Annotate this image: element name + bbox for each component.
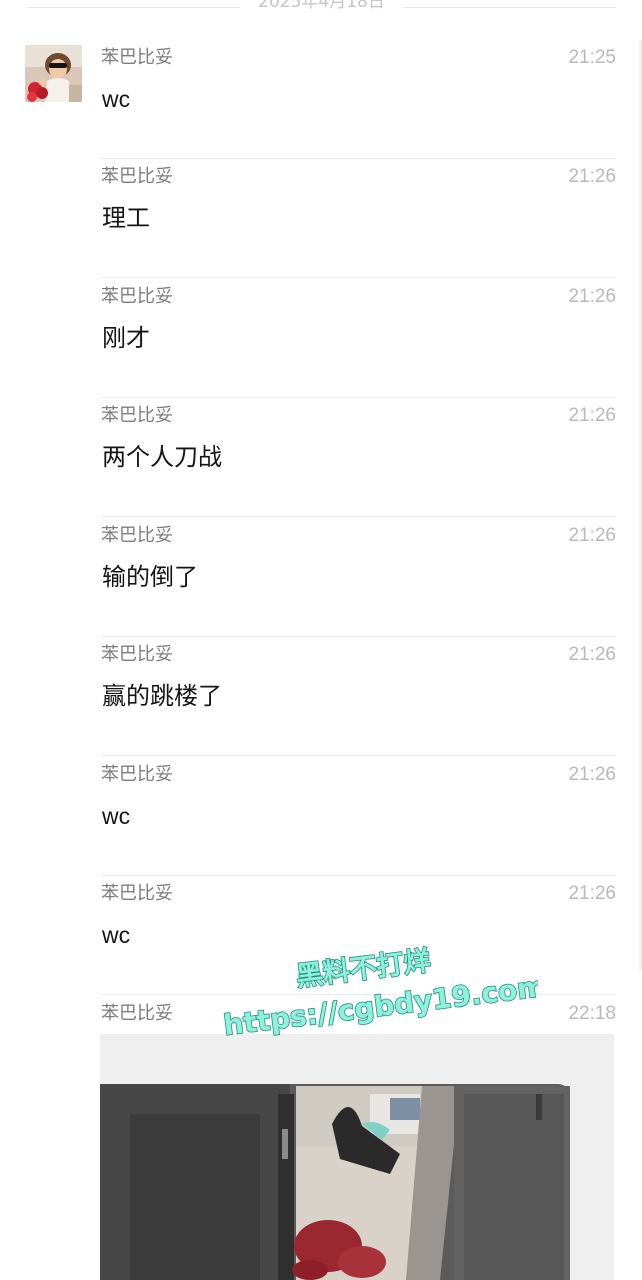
avatar[interactable] bbox=[25, 45, 82, 102]
message-text: 刚才 bbox=[102, 324, 150, 352]
message-text: wc bbox=[102, 86, 131, 112]
message-item[interactable]: 苯巴比妥 21:25 wc bbox=[100, 40, 616, 159]
watermark: 黑料不打烊 https://cgbdy19.com bbox=[221, 944, 538, 1036]
message-item[interactable]: 苯巴比妥 21:26 输的倒了 bbox=[100, 518, 616, 637]
date-label: 2025年4月18日 bbox=[258, 0, 385, 12]
sender-name: 苯巴比妥 bbox=[101, 47, 173, 68]
message-time: 21:26 bbox=[568, 644, 616, 665]
message-item[interactable]: 苯巴比妥 21:26 理工 bbox=[100, 159, 616, 278]
message-time: 21:26 bbox=[568, 525, 616, 546]
message-time: 21:25 bbox=[568, 47, 616, 68]
message-text: 两个人刀战 bbox=[102, 443, 222, 471]
sender-name: 苯巴比妥 bbox=[101, 764, 173, 785]
message-item[interactable]: 苯巴比妥 21:26 赢的跳楼了 bbox=[100, 637, 616, 756]
message-time: 21:26 bbox=[568, 883, 616, 904]
sender-name: 苯巴比妥 bbox=[101, 286, 173, 307]
divider-right bbox=[403, 7, 616, 8]
message-time: 21:26 bbox=[568, 166, 616, 187]
image-message[interactable] bbox=[100, 1034, 614, 1280]
message-item[interactable]: 苯巴比妥 21:26 刚才 bbox=[100, 279, 616, 398]
sender-name: 苯巴比妥 bbox=[101, 166, 173, 187]
divider-left bbox=[27, 7, 240, 8]
message-text: 理工 bbox=[102, 204, 150, 232]
message-time: 21:26 bbox=[568, 405, 616, 426]
message-time: 22:18 bbox=[568, 1003, 616, 1024]
sender-name: 苯巴比妥 bbox=[101, 405, 173, 426]
message-time: 21:26 bbox=[568, 286, 616, 307]
message-item[interactable]: 苯巴比妥 21:26 两个人刀战 bbox=[100, 398, 616, 517]
chat-history-screen: 2025年4月18日 苯巴比妥 21:25 wc 苯巴比妥 21:26 理工 苯… bbox=[0, 0, 642, 1280]
scrollbar[interactable] bbox=[635, 40, 642, 970]
sender-name: 苯巴比妥 bbox=[101, 644, 173, 665]
message-text: wc bbox=[102, 922, 131, 948]
message-time: 21:26 bbox=[568, 764, 616, 785]
avatar-photo bbox=[25, 45, 82, 102]
message-text: 赢的跳楼了 bbox=[102, 682, 222, 710]
date-separator: 2025年4月18日 bbox=[0, 0, 642, 22]
message-text: wc bbox=[102, 803, 131, 829]
message-text: 输的倒了 bbox=[102, 563, 198, 591]
sender-name: 苯巴比妥 bbox=[101, 1003, 173, 1024]
sender-name: 苯巴比妥 bbox=[101, 883, 173, 904]
message-item[interactable]: 苯巴比妥 21:26 wc bbox=[100, 757, 616, 876]
message-photo bbox=[100, 1034, 614, 1280]
sender-name: 苯巴比妥 bbox=[101, 525, 173, 546]
